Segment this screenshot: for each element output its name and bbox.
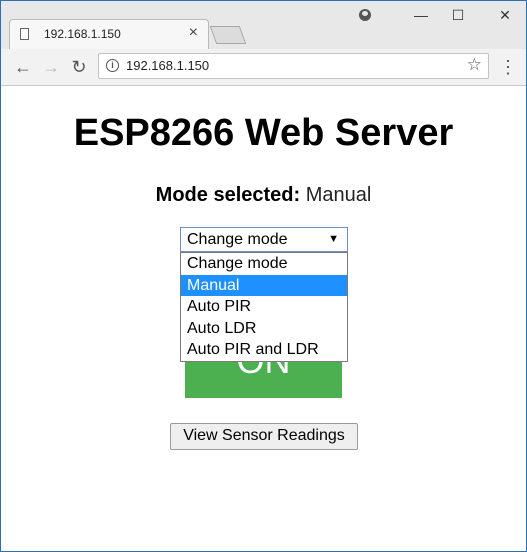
mode-value: Manual — [305, 184, 372, 206]
dropdown-arrow-icon: ▼ — [328, 233, 339, 245]
close-window-button[interactable]: ✕ — [490, 4, 520, 26]
page-content: ESP8266 Web Server Mode selected: Manual… — [1, 86, 526, 551]
browser-toolbar: ← → ↻ i 192.168.1.150 ☆ ⋮ — [1, 49, 526, 86]
mode-status: Mode selected: Manual — [1, 184, 526, 207]
title-bar: 192.168.1.150 × — ☐ ✕ — [1, 1, 526, 49]
tab-title: 192.168.1.150 — [44, 27, 121, 41]
document-icon — [20, 28, 29, 40]
mode-dropdown-list: Change mode Manual Auto PIR Auto LDR Aut… — [180, 252, 348, 362]
minimize-button[interactable]: — — [406, 4, 436, 26]
back-arrow-icon[interactable]: ← — [11, 55, 35, 79]
select-value: Change mode — [187, 231, 288, 248]
maximize-button[interactable]: ☐ — [443, 4, 473, 26]
option-change-mode[interactable]: Change mode — [181, 253, 347, 275]
page-title: ESP8266 Web Server — [73, 112, 454, 154]
option-auto-pir[interactable]: Auto PIR — [181, 296, 347, 318]
browser-tab[interactable]: 192.168.1.150 × — [9, 19, 209, 49]
tab-close-icon[interactable]: × — [189, 24, 198, 42]
reload-icon[interactable]: ↻ — [67, 55, 91, 79]
option-auto-pir-and-ldr[interactable]: Auto PIR and LDR — [181, 339, 347, 361]
browser-window: 192.168.1.150 × — ☐ ✕ ← → ↻ i 192.168.1.… — [0, 0, 527, 552]
forward-arrow-icon[interactable]: → — [39, 55, 63, 79]
mode-label: Mode selected: — [155, 184, 301, 206]
view-sensor-readings-button[interactable]: View Sensor Readings — [170, 423, 358, 450]
new-tab-button[interactable] — [209, 26, 247, 44]
option-auto-ldr[interactable]: Auto LDR — [181, 318, 347, 340]
info-icon[interactable]: i — [106, 59, 119, 72]
url-text[interactable]: 192.168.1.150 — [126, 58, 209, 73]
profile-icon[interactable] — [359, 9, 371, 21]
menu-icon[interactable]: ⋮ — [499, 55, 517, 79]
option-manual[interactable]: Manual — [181, 274, 347, 296]
address-bar[interactable]: i 192.168.1.150 ☆ — [98, 53, 489, 79]
bookmark-star-icon[interactable]: ☆ — [467, 55, 482, 75]
mode-select[interactable]: Change mode ▼ — [180, 227, 348, 252]
